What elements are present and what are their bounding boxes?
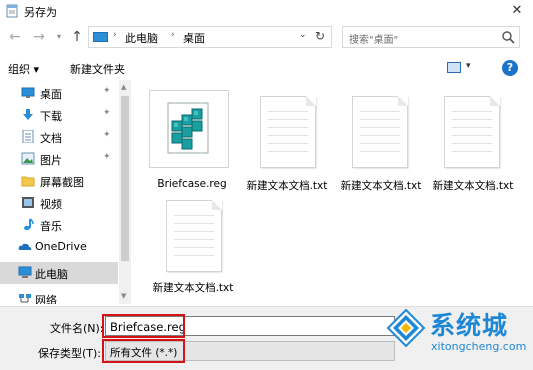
file-item-txt[interactable]: 新建文本文档.txt	[341, 96, 428, 206]
file-name: 新建文本文档.txt	[152, 282, 234, 294]
watermark-logo-icon	[386, 308, 426, 348]
organize-menu[interactable]: 组织 ▾	[8, 61, 39, 77]
scroll-up-icon[interactable]: ▲	[121, 83, 126, 91]
view-dropdown-icon[interactable]: ▾	[466, 61, 471, 71]
music-icon	[24, 218, 34, 231]
desktop-icon	[21, 87, 35, 98]
video-icon	[22, 197, 34, 208]
download-icon	[23, 109, 33, 120]
sidebar-item-videos[interactable]: 视频	[0, 192, 118, 214]
sidebar-item-network[interactable]: 网络	[0, 288, 118, 304]
sidebar-item-downloads[interactable]: 下载 ✦	[0, 104, 118, 126]
sidebar-item-label: OneDrive	[35, 240, 87, 253]
notepad-icon	[6, 4, 18, 18]
text-file-icon	[166, 200, 222, 272]
sidebar-item-this-pc[interactable]: 此电脑	[0, 262, 118, 284]
address-dropdown-icon[interactable]: ⌄	[299, 30, 307, 40]
pin-icon[interactable]: ✦	[103, 86, 111, 96]
sidebar-scrollbar[interactable]: ▲ ▼	[119, 80, 131, 304]
sidebar-item-documents[interactable]: 文档 ✦	[0, 126, 118, 148]
pc-icon	[18, 266, 32, 278]
file-item-txt[interactable]: 新建文本文档.txt	[433, 96, 520, 206]
sidebar-item-label: 此电脑	[35, 268, 68, 281]
file-name: 新建文本文档.txt	[340, 180, 422, 192]
sidebar-item-label: 文档	[40, 132, 62, 145]
scrollbar-thumb[interactable]	[121, 96, 129, 261]
address-bar[interactable]: › 此电脑 › 桌面 ⌄ ↻	[88, 26, 332, 48]
close-icon[interactable]: ✕	[506, 2, 528, 20]
forward-button[interactable]: →	[30, 27, 48, 47]
sidebar-item-desktop[interactable]: 桌面 ✦	[0, 82, 118, 104]
highlight-box-filetype	[102, 339, 185, 363]
pin-icon[interactable]: ✦	[103, 130, 111, 140]
sidebar-item-label: 网络	[35, 294, 57, 304]
help-icon[interactable]: ?	[502, 60, 518, 76]
picture-icon	[21, 152, 35, 165]
folder-icon	[21, 176, 35, 187]
watermark: 系统城 xitongcheng.com	[378, 300, 533, 370]
registry-file-icon	[167, 102, 209, 154]
file-name: 新建文本文档.txt	[246, 180, 328, 192]
search-input[interactable]: 搜索"桌面"	[342, 26, 520, 48]
sidebar-item-screenshots[interactable]: 屏幕截图	[0, 170, 118, 192]
network-icon	[19, 294, 31, 303]
pc-icon	[93, 32, 108, 42]
watermark-brand: 系统城	[430, 311, 509, 340]
breadcrumb-desktop[interactable]: 桌面	[183, 30, 205, 46]
file-name: Briefcase.reg	[157, 178, 227, 190]
title-bar: 另存为 ✕	[0, 0, 533, 22]
sidebar-item-label: 音乐	[40, 220, 62, 233]
filename-label: 文件名(N):	[50, 322, 104, 335]
search-icon[interactable]	[501, 30, 515, 44]
sidebar-item-label: 桌面	[40, 88, 62, 101]
document-icon	[22, 130, 34, 143]
file-item-reg[interactable]: Briefcase.reg	[143, 90, 229, 200]
sidebar-item-label: 下载	[40, 110, 62, 123]
file-item-txt[interactable]: 新建文本文档.txt	[150, 200, 236, 310]
pin-icon[interactable]: ✦	[103, 108, 111, 118]
breadcrumb-this-pc[interactable]: 此电脑	[125, 30, 158, 46]
navigation-pane: 桌面 ✦ 下载 ✦ 文档 ✦ 图片 ✦ 屏幕截图 视频 音乐 OneDrive …	[0, 80, 130, 304]
sidebar-item-music[interactable]: 音乐	[0, 214, 118, 236]
watermark-url: xitongcheng.com	[431, 340, 527, 353]
file-name: 新建文本文档.txt	[432, 180, 514, 192]
text-file-icon	[444, 96, 500, 168]
up-button[interactable]: ↑	[68, 27, 86, 47]
new-folder-button[interactable]: 新建文件夹	[70, 61, 125, 77]
text-file-icon	[352, 96, 408, 168]
pin-icon[interactable]: ✦	[103, 152, 111, 162]
text-file-icon	[260, 96, 316, 168]
scroll-down-icon[interactable]: ▼	[121, 292, 126, 300]
file-item-txt[interactable]: 新建文本文档.txt	[247, 96, 336, 206]
search-placeholder: 搜索"桌面"	[349, 35, 399, 46]
filetype-label: 保存类型(T):	[38, 347, 102, 360]
window-title: 另存为	[24, 6, 57, 19]
onedrive-icon	[18, 243, 32, 250]
refresh-icon[interactable]: ↻	[315, 29, 325, 43]
breadcrumb-separator[interactable]: ›	[171, 30, 175, 40]
sidebar-item-label: 屏幕截图	[40, 176, 84, 189]
breadcrumb-separator[interactable]: ›	[113, 30, 117, 40]
recent-locations-icon[interactable]: ▾	[50, 27, 68, 47]
toolbar: 组织 ▾ 新建文件夹 ▾ ?	[0, 56, 533, 80]
highlight-box-filename	[102, 314, 185, 338]
sidebar-item-label: 视频	[40, 198, 62, 211]
address-row: ← → ▾ ↑ › 此电脑 › 桌面 ⌄ ↻ 搜索"桌面"	[0, 22, 533, 52]
sidebar-item-onedrive[interactable]: OneDrive	[0, 236, 118, 258]
sidebar-item-label: 图片	[40, 154, 62, 167]
view-icon[interactable]	[447, 62, 461, 73]
back-button[interactable]: ←	[6, 27, 24, 47]
sidebar-item-pictures[interactable]: 图片 ✦	[0, 148, 118, 170]
